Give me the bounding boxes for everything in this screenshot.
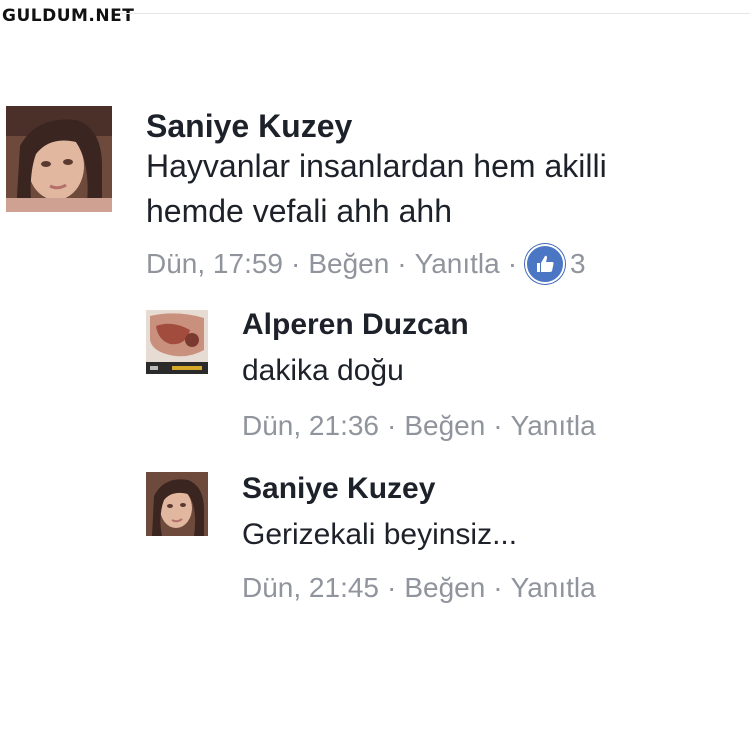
separator: ·	[291, 248, 301, 279]
reply-link[interactable]: Yanıtla	[511, 572, 596, 604]
avatar[interactable]	[146, 472, 208, 536]
like-link[interactable]: Beğen	[404, 410, 485, 442]
separator: ·	[387, 572, 397, 603]
comment-timestamp[interactable]: Dün, 21:45	[242, 572, 379, 604]
comment-meta: Dün, 21:45 · Beğen · Yanıtla	[242, 570, 596, 606]
divider	[120, 13, 750, 14]
thumbs-up-icon	[525, 244, 566, 284]
comment-text: Hayvanlar insanlardan hem akilli	[146, 148, 607, 184]
comment-text: Gerizekali beyinsiz...	[242, 518, 518, 551]
reply-link[interactable]: Yanıtla	[511, 410, 596, 442]
like-link[interactable]: Beğen	[308, 248, 389, 280]
avatar-photo	[146, 310, 208, 374]
reply-link[interactable]: Yanıtla	[415, 248, 500, 280]
comment-text: hemde vefali ahh ahh	[146, 193, 452, 229]
avatar[interactable]	[6, 106, 112, 212]
comment-author[interactable]: Saniye Kuzey	[242, 472, 435, 506]
reaction-count: 3	[570, 248, 586, 279]
separator: ·	[397, 248, 407, 279]
comment-meta: Dün, 21:36 · Beğen · Yanıtla	[242, 408, 596, 444]
separator: ·	[507, 248, 518, 279]
separator: ·	[493, 572, 503, 603]
comment-timestamp[interactable]: Dün, 17:59	[146, 248, 283, 280]
comment-author[interactable]: Alperen Duzcan	[242, 308, 469, 342]
avatar[interactable]	[146, 310, 208, 374]
reaction-badge[interactable]: 3	[525, 244, 586, 284]
comment-author[interactable]: Saniye Kuzey	[146, 108, 352, 145]
comment-meta: Dün, 17:59 · Beğen · Yanıtla · 3	[146, 244, 586, 284]
separator: ·	[493, 410, 503, 441]
watermark: GULDUM.NET	[2, 6, 135, 26]
avatar-photo	[146, 472, 208, 536]
avatar-photo	[6, 106, 112, 212]
comment-timestamp[interactable]: Dün, 21:36	[242, 410, 379, 442]
separator: ·	[387, 410, 397, 441]
comment-text: dakika doğu	[242, 354, 404, 387]
like-link[interactable]: Beğen	[404, 572, 485, 604]
